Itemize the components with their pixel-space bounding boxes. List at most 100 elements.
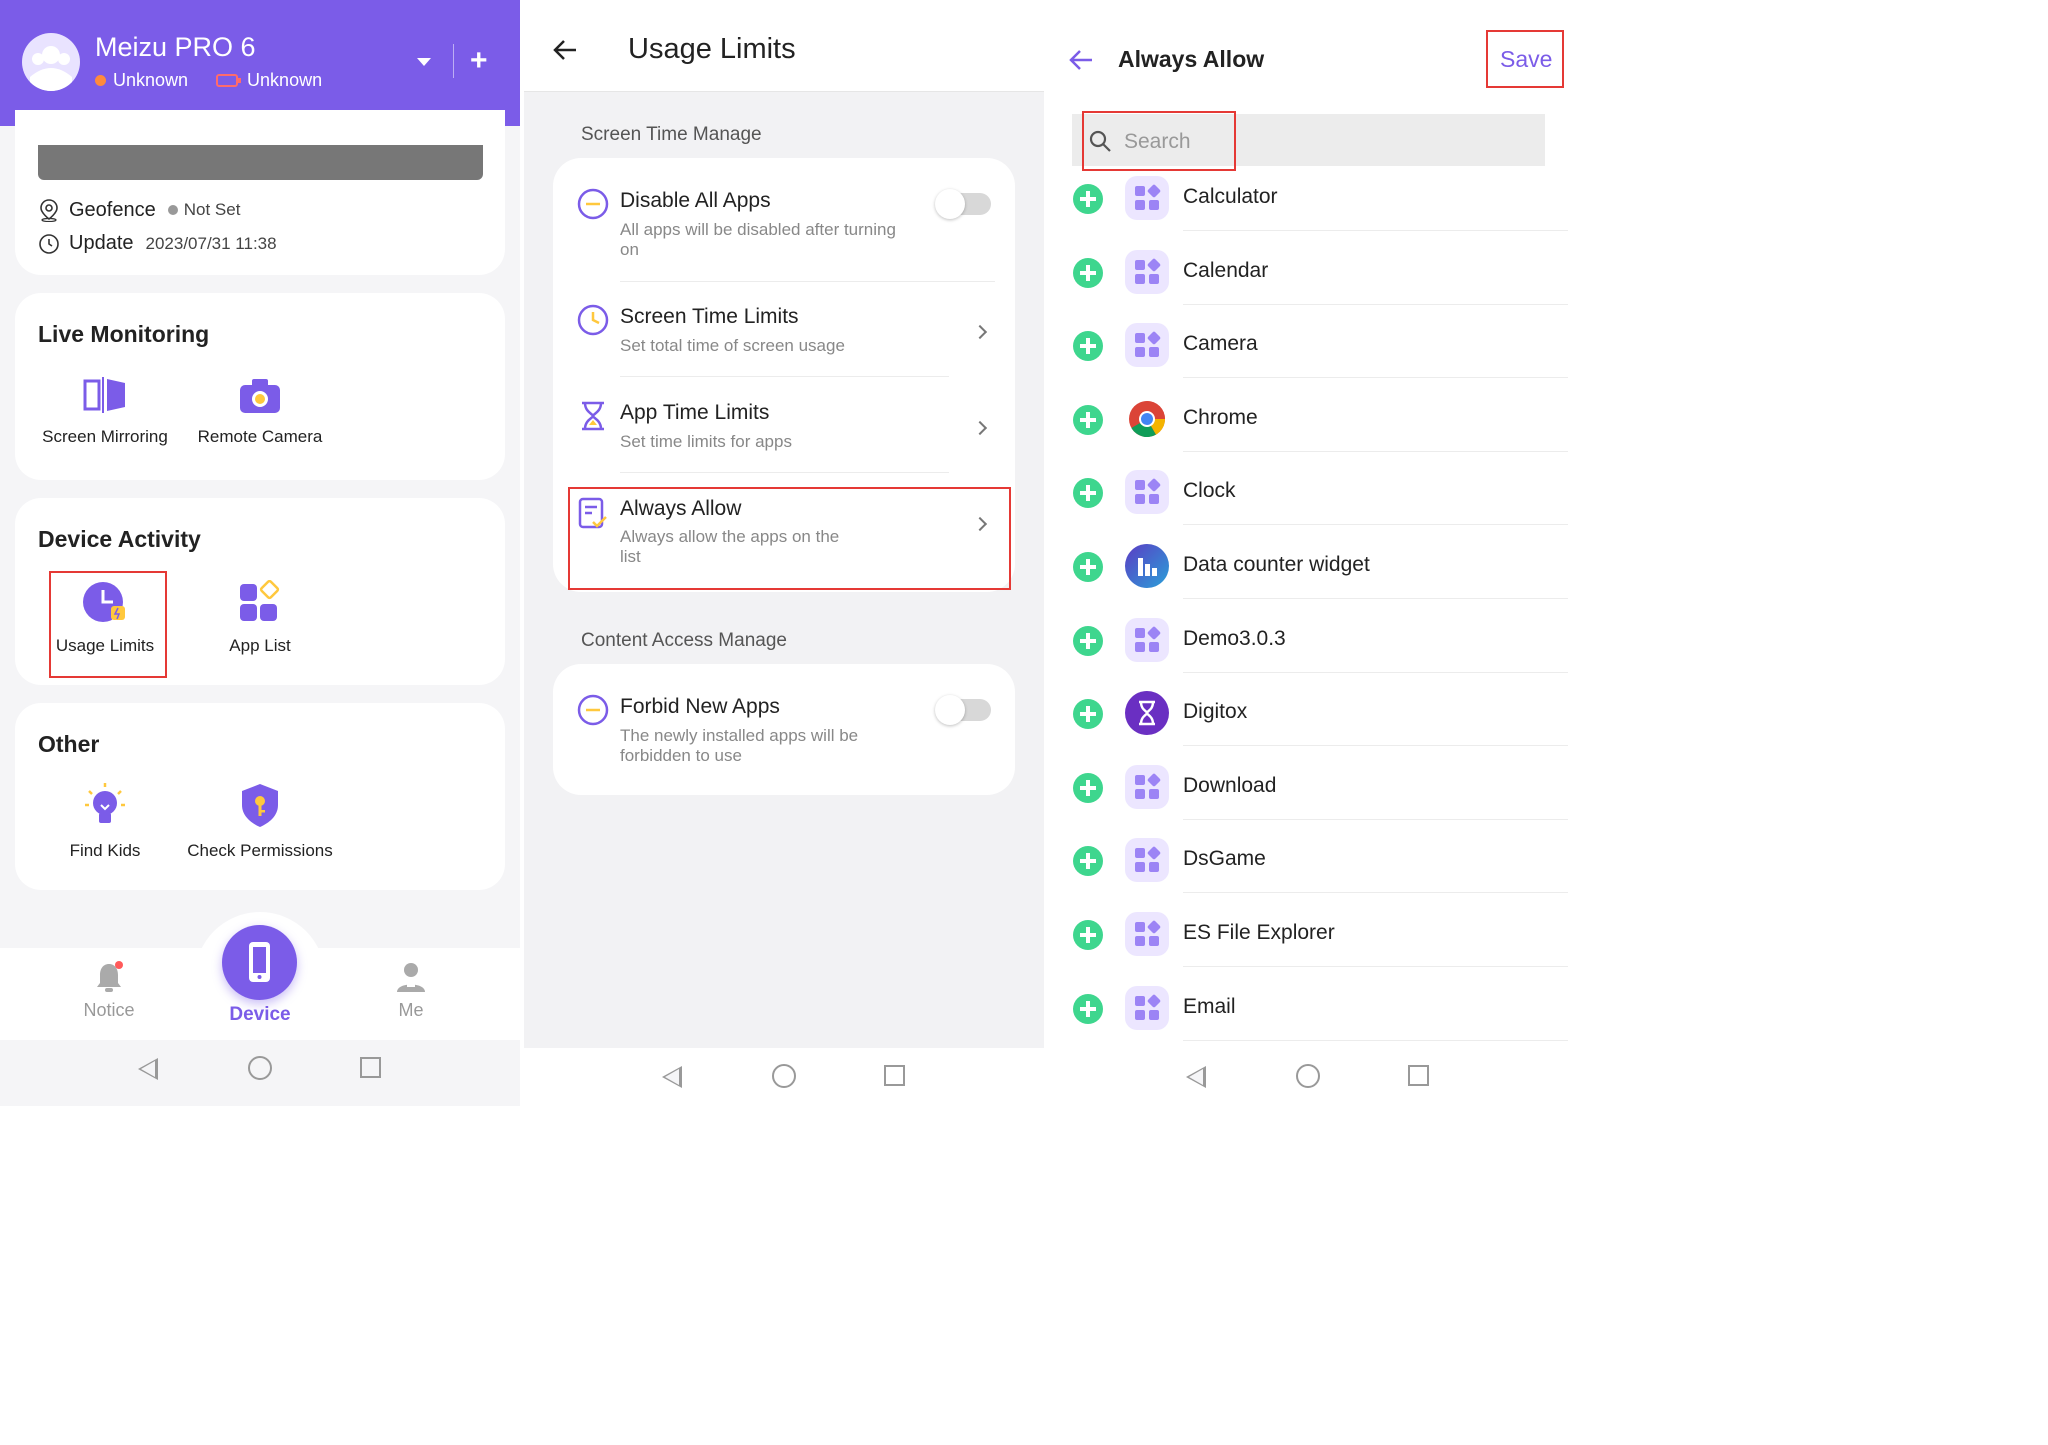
- screen-mirroring-tile[interactable]: Screen Mirroring: [25, 375, 185, 447]
- app-name: Download: [1183, 773, 1277, 797]
- back-triangle-icon[interactable]: [1186, 1066, 1206, 1088]
- add-circle-icon[interactable]: [1073, 625, 1103, 656]
- app-name: Chrome: [1183, 405, 1258, 429]
- device-info-card: Geofence Not Set Update 2023/07/31 11:38: [15, 110, 505, 275]
- find-kids-tile[interactable]: Find Kids: [25, 781, 185, 861]
- phone-icon: [249, 942, 270, 982]
- add-circle-icon[interactable]: [1073, 331, 1103, 362]
- device-switch-chevron-down-icon[interactable]: [417, 58, 431, 66]
- app-name: Data counter widget: [1183, 553, 1370, 576]
- grid-icon: [1125, 323, 1169, 368]
- app-name: Camera: [1183, 332, 1258, 356]
- header-divider: [453, 44, 454, 78]
- row-divider: [1183, 524, 1568, 526]
- app-row: Camera: [1048, 317, 1568, 391]
- device-name: Meizu PRO 6: [95, 32, 256, 62]
- app-time-limits-title[interactable]: App Time Limits: [620, 401, 769, 425]
- disable-all-apps-toggle[interactable]: [935, 189, 991, 219]
- row-divider: [1183, 818, 1568, 820]
- row-divider: [1183, 377, 1568, 379]
- back-triangle-icon[interactable]: [662, 1066, 682, 1088]
- add-device-button[interactable]: +: [470, 44, 488, 78]
- add-circle-icon[interactable]: [1073, 257, 1103, 288]
- add-circle-icon[interactable]: [1073, 478, 1103, 509]
- home-circle-icon[interactable]: [772, 1064, 796, 1088]
- row-divider: [1183, 966, 1568, 967]
- geofence-row[interactable]: Geofence Not Set: [38, 198, 240, 222]
- app-name: DsGame: [1183, 847, 1266, 871]
- add-circle-icon[interactable]: [1073, 184, 1103, 214]
- app-row: DsGame: [1048, 832, 1568, 906]
- forbid-new-apps-toggle[interactable]: [935, 695, 991, 725]
- find-kids-label: Find Kids: [69, 841, 141, 860]
- chevron-right-icon[interactable]: [972, 324, 988, 340]
- grid-icon: [1125, 912, 1169, 956]
- screen-time-section-label: Screen Time Manage: [581, 124, 762, 145]
- row-divider: [1183, 230, 1568, 231]
- forbid-new-apps-subtitle-line2: forbidden to use: [620, 746, 742, 765]
- add-circle-icon[interactable]: [1073, 993, 1103, 1024]
- app-name: Digitox: [1183, 700, 1248, 724]
- app-row: Email: [1048, 980, 1568, 1054]
- remote-camera-tile[interactable]: Remote Camera: [180, 375, 340, 447]
- row-divider: [620, 281, 995, 282]
- forbid-new-apps-subtitle-line1: The newly installed apps will be: [620, 726, 859, 745]
- nav-me-label: Me: [398, 1000, 424, 1020]
- nav-me[interactable]: Me: [361, 960, 461, 1021]
- app-list-label: App List: [229, 636, 291, 655]
- back-arrow-icon[interactable]: [1068, 48, 1094, 72]
- battery-status: Unknown: [247, 70, 323, 90]
- home-circle-icon[interactable]: [1296, 1064, 1320, 1088]
- system-nav-bar: [1048, 1048, 1568, 1106]
- add-circle-icon[interactable]: [1073, 404, 1103, 435]
- row-divider: [1183, 745, 1568, 747]
- lightbulb-icon: [85, 783, 125, 823]
- add-circle-icon[interactable]: [1073, 552, 1103, 582]
- forbid-new-apps-title: Forbid New Apps: [620, 695, 780, 718]
- screen-mirroring-label: Screen Mirroring: [42, 427, 168, 446]
- device-status: Unknown Unknown: [95, 70, 322, 91]
- device-header: Meizu PRO 6 Unknown Unknown +: [0, 0, 520, 126]
- back-triangle-icon[interactable]: [138, 1058, 158, 1080]
- geofence-status-dot: [167, 205, 178, 215]
- grid-icon: [1125, 617, 1169, 662]
- grid-icon: [1125, 985, 1169, 1030]
- chevron-right-icon[interactable]: [972, 420, 988, 436]
- location-pin-icon: [40, 199, 58, 222]
- add-circle-icon[interactable]: [1073, 846, 1103, 877]
- forbid-new-apps-subtitle: The newly installed apps will be forbidd…: [620, 726, 858, 766]
- recents-square-icon[interactable]: [884, 1065, 905, 1086]
- page-title: Usage Limits: [628, 33, 796, 65]
- clock-icon: [39, 233, 59, 254]
- nav-device-button[interactable]: [222, 925, 297, 1000]
- screen-time-limits-title[interactable]: Screen Time Limits: [620, 305, 799, 329]
- minus-circle-icon: [577, 694, 609, 726]
- app-list-tile[interactable]: App List: [180, 580, 340, 656]
- geofence-label: Geofence: [69, 198, 156, 221]
- app-list-icon: [240, 580, 280, 621]
- add-circle-icon[interactable]: [1073, 772, 1103, 803]
- recents-square-icon[interactable]: [360, 1057, 381, 1078]
- check-permissions-label: Check Permissions: [187, 841, 333, 860]
- app-row: Digitox: [1048, 685, 1568, 759]
- app-name: Calculator: [1183, 185, 1278, 208]
- add-circle-icon[interactable]: [1073, 699, 1103, 730]
- chrome-icon: [1125, 397, 1169, 441]
- app-row: Clock: [1048, 464, 1568, 538]
- back-arrow-icon[interactable]: [552, 38, 578, 62]
- screen-time-limits-subtitle: Set total time of screen usage: [620, 336, 845, 355]
- row-divider: [1183, 450, 1568, 452]
- screen-mirroring-icon: [83, 377, 125, 413]
- bell-icon: [97, 961, 123, 992]
- add-circle-icon[interactable]: [1073, 920, 1103, 950]
- check-permissions-tile[interactable]: Check Permissions: [180, 781, 340, 861]
- row-divider: [1183, 892, 1568, 894]
- recents-square-icon[interactable]: [1408, 1065, 1429, 1086]
- home-circle-icon[interactable]: [248, 1056, 272, 1080]
- nav-notice[interactable]: Notice: [59, 960, 159, 1021]
- page-title: Always Allow: [1118, 46, 1265, 72]
- update-label: Update: [69, 232, 134, 254]
- connection-status: Unknown: [113, 70, 189, 90]
- avatar-icon: [30, 46, 72, 91]
- avatar[interactable]: [22, 33, 80, 91]
